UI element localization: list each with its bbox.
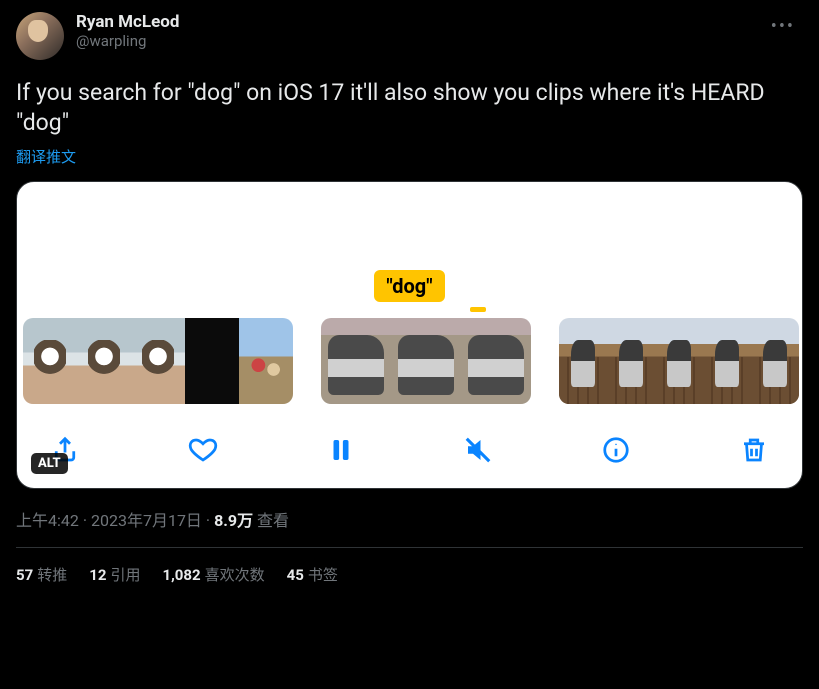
info-icon[interactable] — [598, 432, 634, 468]
clip-frame — [461, 318, 531, 404]
avatar[interactable] — [16, 12, 64, 60]
media-toolbar — [17, 406, 802, 474]
media-whitespace — [17, 182, 802, 260]
translate-link[interactable]: 翻译推文 — [16, 146, 76, 167]
tweet-header: Ryan McLeod @warpling ••• — [16, 12, 803, 60]
tweet-text: If you search for "dog" on iOS 17 it'll … — [16, 78, 803, 138]
timestamp-time: 上午4:42 — [16, 511, 79, 530]
clip-group[interactable] — [559, 318, 799, 404]
clip-frame — [703, 318, 751, 404]
tweet-meta[interactable]: 上午4:42 · 2023年7月17日 · 8.9万 查看 — [16, 507, 803, 531]
views-count: 8.9万 — [214, 511, 253, 530]
clip-frame — [655, 318, 703, 404]
handle: @warpling — [76, 32, 179, 50]
search-term-tick — [470, 307, 486, 312]
clip-frame — [607, 318, 655, 404]
clip-frame — [559, 318, 607, 404]
clip-group[interactable] — [321, 318, 531, 404]
bookmarks-stat[interactable]: 45书签 — [287, 564, 338, 585]
clip-frame — [321, 318, 391, 404]
tweet-container: Ryan McLeod @warpling ••• If you search … — [0, 0, 819, 597]
clip-frame — [185, 318, 239, 404]
engagement-stats: 57转推 12引用 1,082喜欢次数 45书签 — [16, 564, 803, 585]
likes-stat[interactable]: 1,082喜欢次数 — [162, 564, 264, 585]
media-card[interactable]: "dog" — [16, 181, 803, 489]
clip-frame — [391, 318, 461, 404]
clip-frame — [751, 318, 799, 404]
clip-frame — [239, 318, 293, 404]
quotes-stat[interactable]: 12引用 — [89, 564, 140, 585]
pause-icon[interactable] — [323, 432, 359, 468]
clip-frame — [131, 318, 185, 404]
clip-frame — [23, 318, 77, 404]
clip-group[interactable] — [23, 318, 293, 404]
display-name: Ryan McLeod — [76, 12, 179, 32]
trash-icon[interactable] — [736, 432, 772, 468]
divider — [16, 547, 803, 548]
author-name-block[interactable]: Ryan McLeod @warpling — [76, 12, 179, 50]
search-term-label: "dog" — [374, 270, 444, 302]
search-term-callout: "dog" — [17, 260, 802, 302]
alt-badge[interactable]: ALT — [31, 453, 68, 474]
more-menu-button[interactable]: ••• — [763, 12, 803, 41]
clip-frame — [77, 318, 131, 404]
video-scrubber[interactable] — [17, 316, 802, 406]
timestamp-date: 2023年7月17日 — [91, 511, 202, 530]
heart-icon[interactable] — [185, 432, 221, 468]
retweets-stat[interactable]: 57转推 — [16, 564, 67, 585]
mute-icon[interactable] — [460, 432, 496, 468]
views-label: 查看 — [253, 511, 289, 530]
